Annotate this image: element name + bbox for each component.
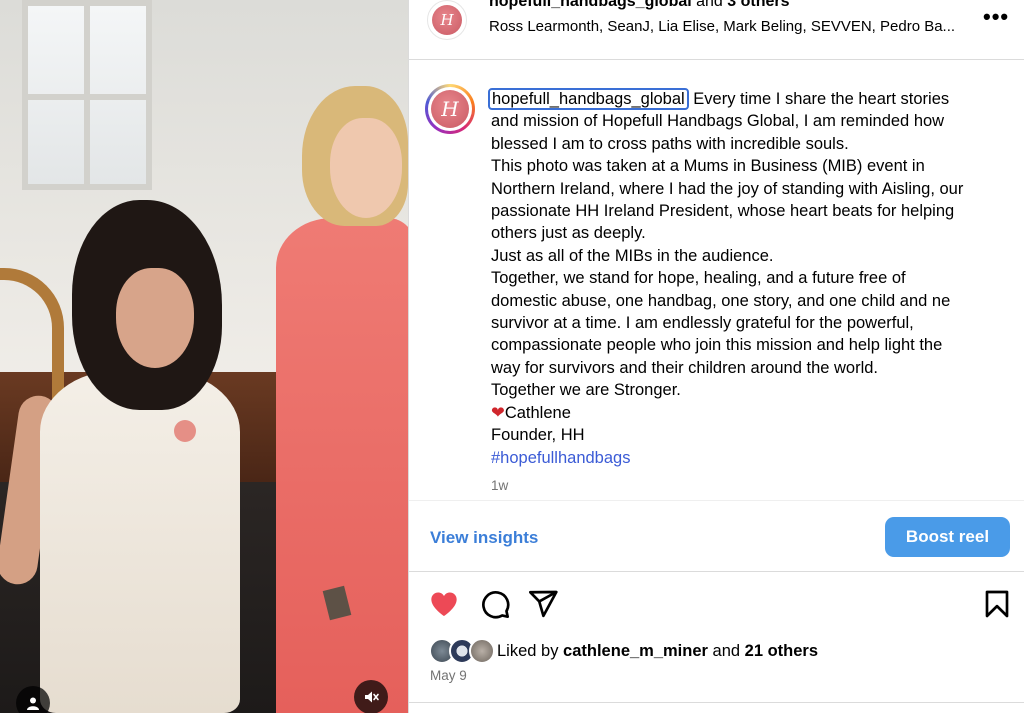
likes-others-link[interactable]: 21 others: [745, 642, 818, 660]
caption-line: blessed I am to cross paths with incredi…: [491, 134, 849, 153]
boost-reel-button[interactable]: Boost reel: [885, 517, 1010, 557]
likes-and: and: [707, 642, 745, 660]
action-bar: [409, 578, 1024, 634]
caption-line: and mission of Hopefull Handbags Global,…: [491, 112, 945, 131]
likes-text: Liked by cathlene_m_miner and 21 others: [497, 642, 818, 661]
caption-line: domestic abuse, one handbag, one story, …: [491, 291, 951, 310]
collaborators-count[interactable]: 3 others: [727, 0, 789, 10]
post-header: H hopefull_handbags_global and 3 others …: [409, 0, 1024, 60]
post-sidebar: H hopefull_handbags_global and 3 others …: [408, 0, 1024, 713]
save-button[interactable]: [981, 588, 1015, 622]
comment-icon: [482, 591, 510, 619]
more-options-button[interactable]: •••: [983, 4, 1009, 30]
caption-line: compassionate people who join this missi…: [491, 336, 943, 355]
woman-in-white-face: [116, 268, 194, 368]
mute-icon: [365, 691, 379, 703]
signature-name: Cathlene: [504, 403, 571, 422]
author-username[interactable]: hopefull_handbags_global: [489, 0, 692, 10]
reel-media[interactable]: [0, 0, 408, 713]
share-button[interactable]: [527, 588, 561, 622]
hashtag-link[interactable]: #hopefullhandbags: [491, 449, 630, 467]
liked-by-prefix: Liked by: [497, 642, 564, 660]
caption-line: survivor at a time. I am endlessly grate…: [491, 314, 914, 333]
signature-title: Founder, HH: [491, 426, 585, 445]
caption-line: Together we are Stronger.: [491, 381, 681, 400]
caption-line: Northern Ireland, where I had the joy of…: [491, 179, 964, 198]
caption-author-avatar[interactable]: H: [425, 84, 475, 134]
caption-line: way for survivors and their children aro…: [491, 358, 879, 377]
caption-line: others just as deeply.: [491, 224, 646, 243]
view-insights-link[interactable]: View insights: [430, 528, 538, 548]
post-date: May 9: [430, 668, 467, 683]
divider: [409, 702, 1024, 703]
church-window: [22, 0, 152, 190]
caption-line: Every time I share the heart stories: [688, 90, 950, 108]
mute-button[interactable]: [354, 680, 388, 713]
insights-row: View insights Boost reel: [409, 500, 1024, 572]
caption-section: H hopefull_handbags_global Every time I …: [409, 60, 1024, 500]
name-badge: [174, 420, 196, 442]
tagged-accounts-button[interactable]: [16, 686, 50, 713]
header-title: hopefull_handbags_global and 3 others: [489, 0, 790, 11]
avatar-monogram: H: [431, 90, 469, 128]
caption-line: Just as all of the MIBs in the audience.: [491, 246, 774, 265]
woman-in-pink-face: [330, 118, 402, 218]
more-icon: •••: [983, 4, 1010, 29]
like-button[interactable]: [428, 588, 462, 622]
avatar-monogram: H: [432, 5, 462, 35]
avatar-ring: H: [428, 87, 472, 131]
caption-timestamp: 1w: [491, 478, 509, 493]
heart-icon: [431, 592, 457, 616]
woman-in-pink-dress: [276, 218, 408, 713]
collaborators-list[interactable]: Ross Learmonth, SeanJ, Lia Elise, Mark B…: [489, 18, 955, 35]
header-and: and: [691, 0, 728, 10]
save-icon: [985, 590, 1009, 618]
caption-text: hopefull_handbags_global Every time I sh…: [488, 88, 1019, 469]
heart-emoji: ❤: [491, 403, 505, 422]
caption-username[interactable]: hopefull_handbags_global: [488, 88, 689, 110]
top-liker-link[interactable]: cathlene_m_miner: [563, 642, 708, 660]
likes-summary: Liked by cathlene_m_miner and 21 others: [409, 636, 1024, 666]
caption-line: This photo was taken at a Mums in Busine…: [491, 157, 925, 176]
caption-line: passionate HH Ireland President, whose h…: [491, 202, 955, 221]
woman-in-white-dress: [40, 370, 240, 713]
caption-line: Together, we stand for hope, healing, an…: [491, 269, 906, 288]
account-icon: [27, 697, 39, 710]
share-icon: [529, 590, 558, 618]
author-avatar[interactable]: H: [427, 0, 467, 40]
liker-avatar[interactable]: [469, 638, 495, 664]
comment-button[interactable]: [479, 588, 513, 622]
